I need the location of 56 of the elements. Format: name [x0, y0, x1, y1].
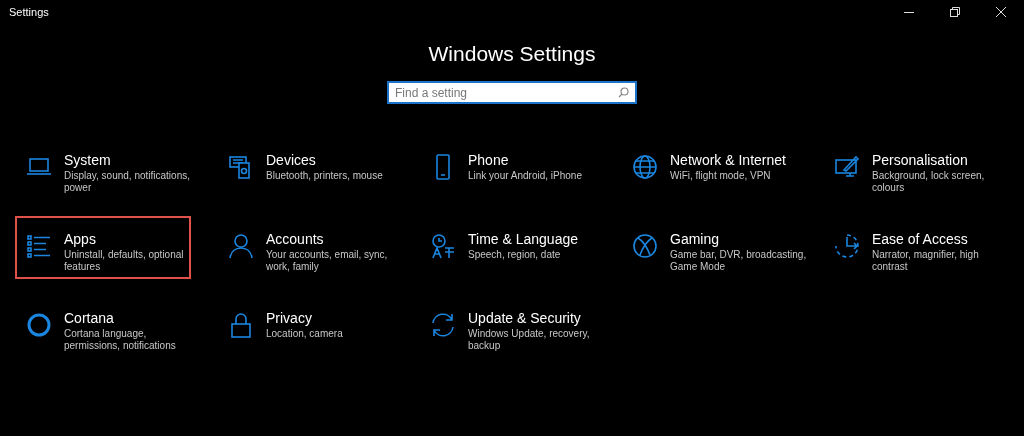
clock-language-icon: [430, 233, 456, 259]
window-title: Settings: [8, 4, 49, 20]
tile-description: Display, sound, notifications, power: [64, 170, 191, 194]
tile-description: Link your Android, iPhone: [468, 170, 583, 182]
xbox-icon: [632, 233, 658, 259]
tile-title: Network & Internet: [670, 151, 787, 169]
settings-tile[interactable]: Time & Language Speech, region, date: [419, 216, 609, 279]
page-heading: Windows Settings: [428, 41, 596, 67]
search-icon: [618, 87, 629, 98]
tile-description: Cortana language, permissions, notifications: [64, 328, 177, 352]
tile-description: Background, lock screen, colours: [872, 170, 986, 194]
padlock-icon: [228, 312, 254, 338]
settings-tile[interactable]: Devices Bluetooth, printers, mouse: [217, 137, 407, 200]
tile-description: Uninstall, defaults, optional features: [64, 249, 185, 273]
tile-title: Ease of Access: [872, 230, 969, 248]
settings-tile[interactable]: Ease of Access Narrator, magnifier, high contrast: [823, 216, 1013, 279]
minimize-icon: [904, 11, 914, 13]
tile-title: Time & Language: [468, 230, 579, 248]
settings-tile[interactable]: Gaming Game bar, DVR, broadcasting, Game Mode: [621, 216, 811, 279]
tile-title: Accounts: [266, 230, 325, 248]
tile-description: Location, camera: [266, 328, 344, 340]
tile-description: Narrator, magnifier, high contrast: [872, 249, 980, 273]
search-field[interactable]: Find a setting: [387, 81, 637, 104]
tile-title: Phone: [468, 151, 510, 169]
tile-title: Privacy: [266, 309, 313, 327]
tile-title: System: [64, 151, 112, 169]
monitor-brush-icon: [834, 154, 860, 180]
tile-title: Update & Security: [468, 309, 582, 327]
settings-tile[interactable]: Update & Security Windows Update, recovery, backup: [419, 295, 609, 358]
settings-tile[interactable]: Personalisation Background, lock screen, colours: [823, 137, 1013, 200]
tile-title: Gaming: [670, 230, 721, 248]
tile-description: Game bar, DVR, broadcasting, Game Mode: [670, 249, 808, 273]
globe-icon: [632, 154, 658, 180]
tile-title: Apps: [64, 230, 97, 248]
settings-tile[interactable]: Cortana Cortana language, permissions, notifications: [15, 295, 205, 358]
restore-icon: [950, 7, 960, 17]
tile-title: Cortana: [64, 309, 115, 327]
sync-arrows-icon: [430, 312, 456, 338]
settings-tile[interactable]: Network & Internet WiFi, flight mode, VPN: [621, 137, 811, 200]
settings-tile[interactable]: Accounts Your accounts, email, sync, work, family: [217, 216, 407, 279]
tile-description: Bluetooth, printers, mouse: [266, 170, 384, 182]
tile-title: Devices: [266, 151, 317, 169]
tile-description: WiFi, flight mode, VPN: [670, 170, 772, 182]
settings-tile[interactable]: System Display, sound, notifications, power: [15, 137, 205, 200]
close-icon: [996, 7, 1006, 17]
settings-tile[interactable]: Privacy Location, camera: [217, 295, 407, 358]
tile-title: Personalisation: [872, 151, 969, 169]
tile-description: Windows Update, recovery, backup: [468, 328, 591, 352]
ring-icon: [26, 312, 52, 338]
person-icon: [228, 233, 254, 259]
tile-description: Your accounts, email, sync, work, family: [266, 249, 389, 273]
list-icon: [26, 233, 52, 259]
settings-tile[interactable]: Phone Link your Android, iPhone: [419, 137, 609, 200]
tile-description: Speech, region, date: [468, 249, 562, 261]
settings-tile[interactable]: Apps Uninstall, defaults, optional features: [15, 216, 191, 279]
dashed-clock-icon: [834, 233, 860, 259]
